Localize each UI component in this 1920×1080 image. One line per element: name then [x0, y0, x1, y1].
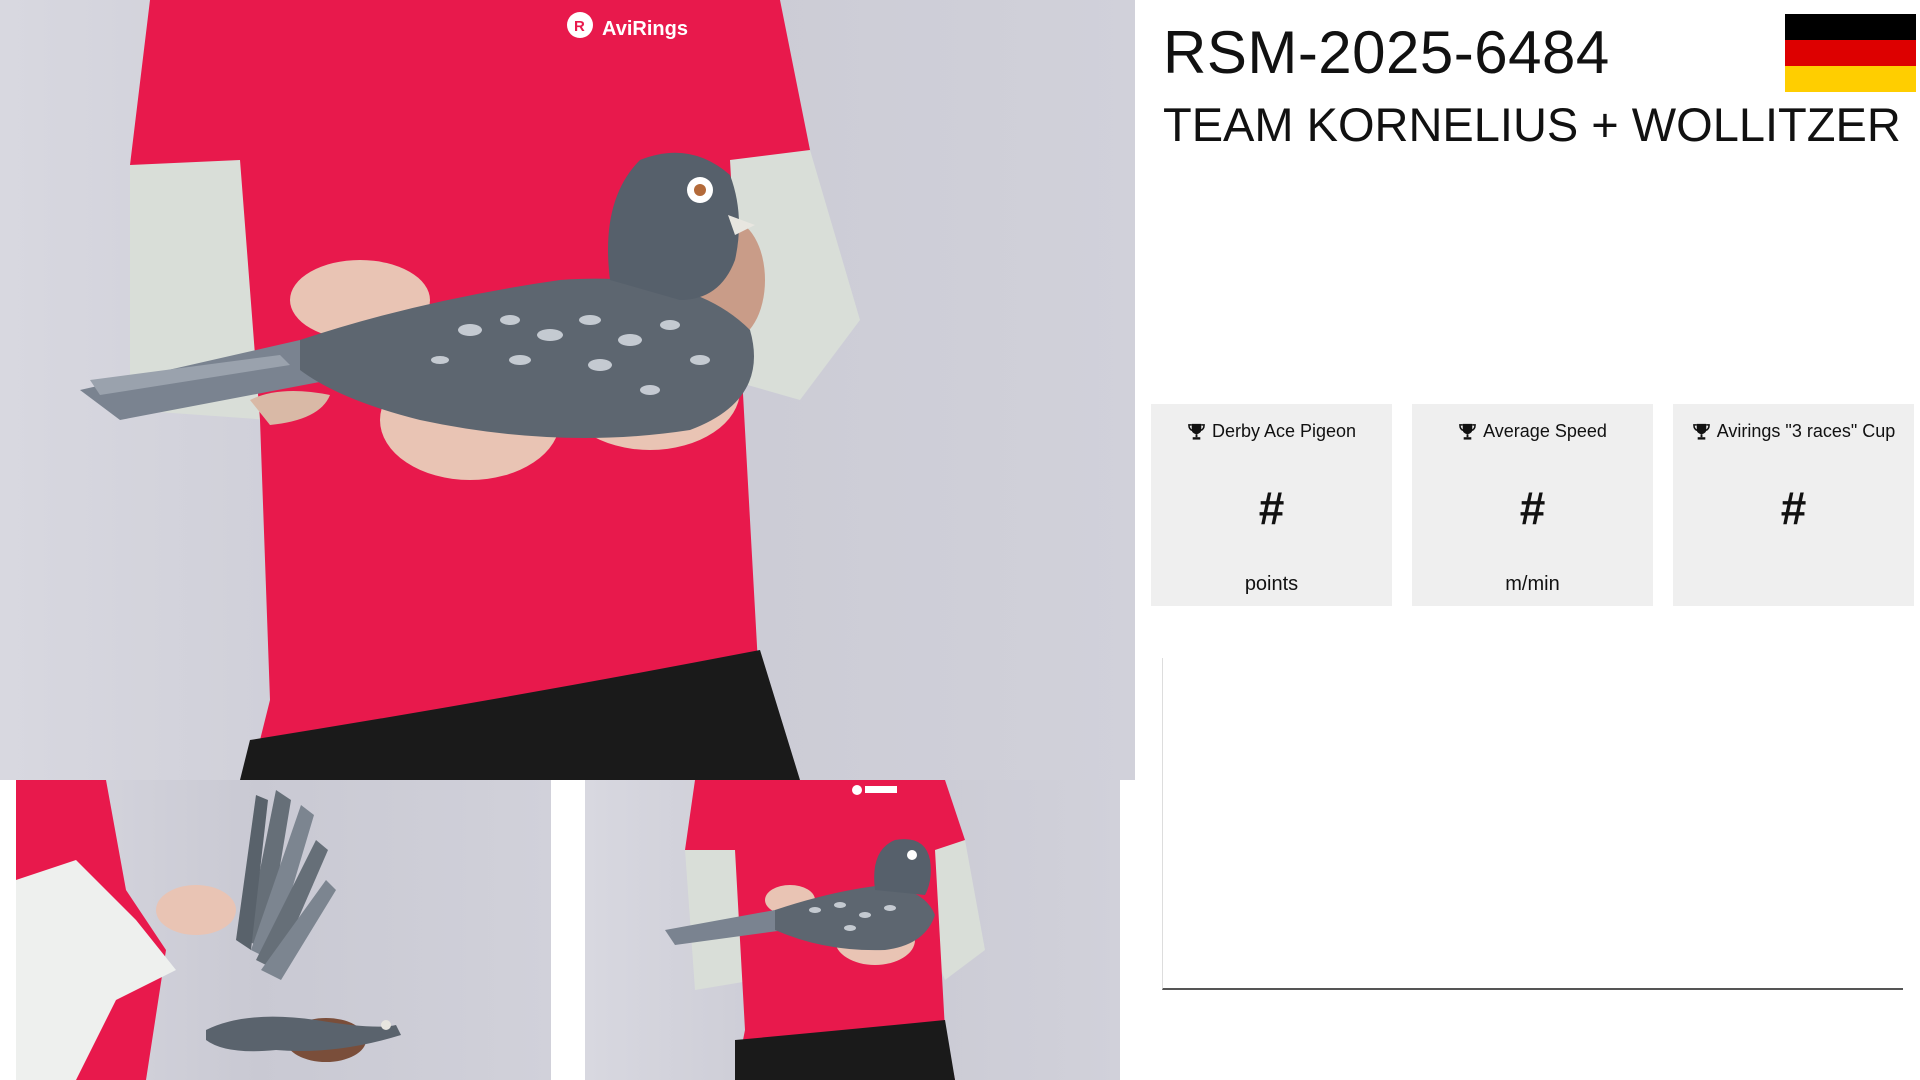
stat-card-derby-ace[interactable]: Derby Ace Pigeon # points: [1151, 404, 1392, 606]
stat-value: #: [1258, 482, 1285, 534]
stat-value: #: [1780, 482, 1807, 534]
stat-unit: m/min: [1505, 573, 1560, 595]
svg-text:R: R: [574, 18, 585, 35]
stat-card-3-races-cup[interactable]: Avirings "3 races" Cup #: [1673, 404, 1914, 606]
ring-number: RSM-2025-6484: [1163, 19, 1610, 86]
stat-card-average-speed[interactable]: Average Speed # m/min: [1412, 404, 1653, 606]
pigeon-photo-wing[interactable]: [16, 780, 551, 1080]
pigeon-photo-side[interactable]: [585, 780, 1120, 1080]
stat-label: Derby Ace Pigeon: [1211, 421, 1357, 441]
germany-flag-icon: [1785, 14, 1916, 92]
stat-unit: points: [1244, 573, 1299, 595]
stat-label: Average Speed: [1483, 421, 1607, 441]
trophy-icon: [1692, 423, 1710, 440]
shirt-logo-text: AviRings: [602, 18, 688, 40]
flag-stripe-gold: [1785, 66, 1916, 92]
trophy-icon: [1459, 423, 1476, 440]
owner-name: TEAM KORNELIUS + WOLLITZER: [1163, 98, 1901, 151]
detail-panel: [1162, 658, 1903, 990]
stat-value: #: [1519, 482, 1546, 534]
stats-row: Derby Ace Pigeon # points Average Speed …: [1151, 404, 1916, 606]
flag-stripe-red: [1785, 40, 1916, 66]
stat-label: Avirings "3 races" Cup: [1716, 421, 1896, 441]
flag-stripe-black: [1785, 14, 1916, 40]
pigeon-photo-main[interactable]: R AviRings: [0, 0, 1135, 780]
trophy-icon: [1188, 423, 1205, 440]
